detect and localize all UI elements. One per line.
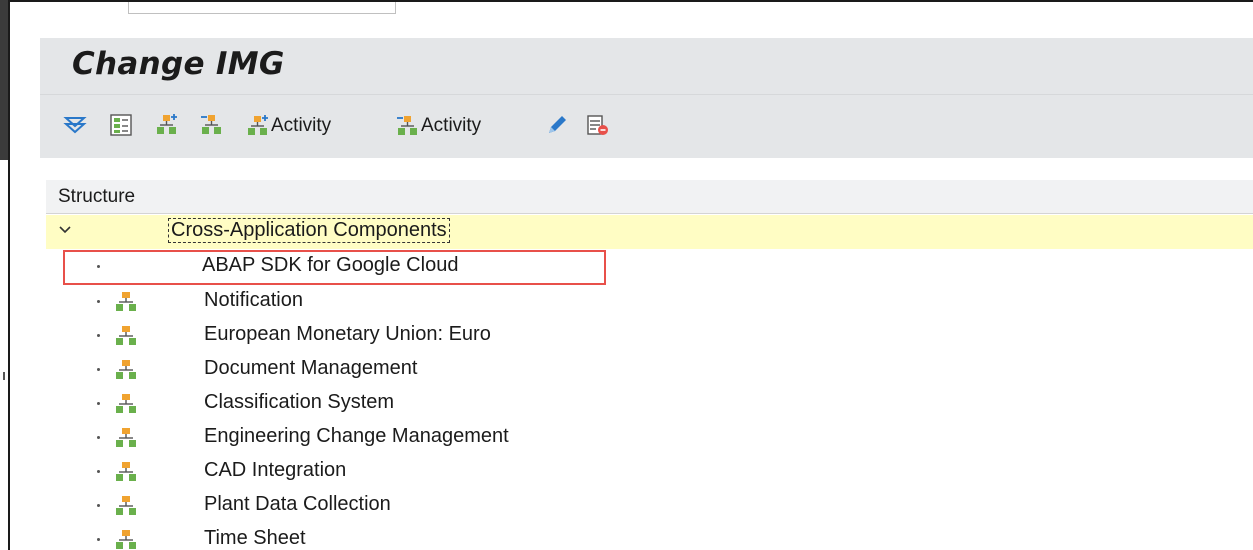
tree-item-label[interactable]: CAD Integration xyxy=(204,459,346,482)
select-subtree-icon[interactable] xyxy=(109,113,133,137)
page-title: Change IMG xyxy=(72,46,285,82)
create-activity-label: Activity xyxy=(271,115,332,136)
tree-root-label[interactable]: Cross-Application Components xyxy=(168,218,450,243)
tree-bullet xyxy=(97,402,100,405)
tree-item-label[interactable]: ABAP SDK for Google Cloud xyxy=(202,254,458,277)
tree-item-label[interactable]: Classification System xyxy=(204,391,394,414)
add-activity-icon xyxy=(248,115,268,135)
tree-bullet xyxy=(97,368,100,371)
tree-item-time-sheet[interactable]: Time Sheet xyxy=(46,523,1253,550)
application-toolbar: Activity Activity xyxy=(40,94,1253,158)
tree-item-label[interactable]: Document Management xyxy=(204,357,417,380)
hierarchy-node-icon xyxy=(116,428,136,447)
hierarchy-node-icon xyxy=(116,496,136,515)
hierarchy-node-icon xyxy=(116,530,136,549)
tree-bullet xyxy=(97,470,100,473)
tree-item-document-management[interactable]: Document Management xyxy=(46,353,1253,387)
delete-icon[interactable] xyxy=(586,113,610,137)
expand-all-icon[interactable] xyxy=(63,113,87,137)
remove-activity-label: Activity xyxy=(421,115,482,136)
tree-bullet xyxy=(97,436,100,439)
hierarchy-node-icon xyxy=(116,292,136,311)
left-window-edge xyxy=(0,0,8,160)
tree-item-classification-system[interactable]: Classification System xyxy=(46,387,1253,421)
add-node-icon[interactable] xyxy=(155,113,179,137)
hierarchy-node-icon xyxy=(116,360,136,379)
tree-item-plant-data-collection[interactable]: Plant Data Collection xyxy=(46,489,1253,523)
structure-header-label: Structure xyxy=(58,186,136,207)
hierarchy-node-icon xyxy=(116,394,136,413)
tree-item-notification[interactable]: Notification xyxy=(46,285,1253,319)
tree-item-emu-euro[interactable]: European Monetary Union: Euro xyxy=(46,319,1253,353)
edit-icon[interactable] xyxy=(545,113,569,137)
tree-item-abap-sdk[interactable]: ABAP SDK for Google Cloud xyxy=(46,250,1253,284)
create-activity-button[interactable]: Activity xyxy=(246,113,331,139)
tree-root-row[interactable]: Cross-Application Components xyxy=(46,215,1253,249)
remove-activity-button[interactable]: Activity xyxy=(396,113,481,139)
tree-bullet xyxy=(97,265,100,268)
tree-item-label[interactable]: Plant Data Collection xyxy=(204,493,391,516)
tree-bullet xyxy=(97,504,100,507)
title-bar: Change IMG xyxy=(40,38,1253,94)
tree-item-engineering-change-management[interactable]: Engineering Change Management xyxy=(46,421,1253,455)
remove-node-icon[interactable] xyxy=(200,113,224,137)
tree-item-cad-integration[interactable]: CAD Integration xyxy=(46,455,1253,489)
remove-activity-icon xyxy=(397,116,417,135)
left-edge-tick xyxy=(3,372,5,380)
tree-bullet xyxy=(97,538,100,541)
tree-item-label[interactable]: Engineering Change Management xyxy=(204,425,509,448)
command-field-stub[interactable] xyxy=(128,2,396,14)
tree-bullet xyxy=(97,334,100,337)
tree-item-label[interactable]: Time Sheet xyxy=(204,527,306,550)
tree-item-label[interactable]: European Monetary Union: Euro xyxy=(204,323,491,346)
hierarchy-node-icon xyxy=(116,326,136,345)
tree-bullet xyxy=(97,300,100,303)
hierarchy-node-icon xyxy=(116,462,136,481)
tree-item-label[interactable]: Notification xyxy=(204,289,303,312)
chevron-down-icon[interactable] xyxy=(58,223,72,237)
structure-column-header: Structure xyxy=(46,180,1253,214)
